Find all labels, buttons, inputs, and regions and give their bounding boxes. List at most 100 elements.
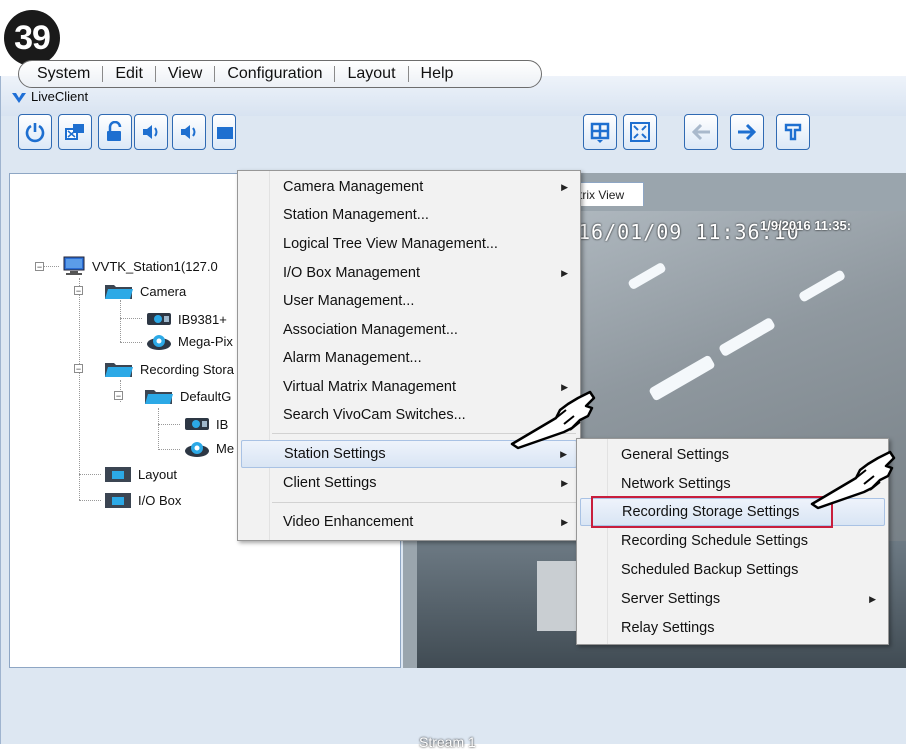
ceiling-light — [627, 261, 667, 291]
tree-default-group-label: DefaultG — [180, 388, 232, 404]
folder-button[interactable] — [212, 114, 236, 150]
menu-item-relay-settings[interactable]: Relay Settings — [577, 614, 888, 642]
layout-grid-icon — [590, 122, 610, 143]
menu-item-label: Scheduled Backup Settings — [621, 562, 799, 578]
tree-layout-label: Layout — [138, 466, 178, 482]
menu-item-association-management[interactable]: Association Management... — [238, 316, 580, 344]
tree-collapse-toggle[interactable]: − — [74, 364, 83, 374]
previous-button[interactable] — [684, 114, 718, 150]
submenu-arrow-icon: ▶ — [561, 181, 568, 192]
menu-item-label: Video Enhancement — [283, 514, 414, 530]
menu-layout[interactable]: Layout — [335, 66, 409, 82]
station-button[interactable] — [58, 114, 92, 150]
audio-button[interactable] — [134, 114, 168, 150]
menu-item-label: Station Management... — [283, 207, 429, 223]
window-title: LiveClient — [31, 89, 89, 104]
tree-recording-camera[interactable]: Me — [184, 438, 234, 458]
menu-item-label: Server Settings — [621, 591, 721, 607]
patrol-button[interactable] — [776, 114, 810, 150]
tree-recording-camera[interactable]: IB — [184, 414, 228, 434]
app-logo-icon — [12, 93, 26, 103]
menu-item-label: Recording Schedule Settings — [621, 533, 809, 549]
menu-item-user-management[interactable]: User Management... — [238, 287, 580, 315]
tree-collapse-toggle[interactable]: − — [35, 262, 44, 272]
layout-folder-icon — [105, 467, 131, 482]
menu-item-client-settings[interactable]: Client Settings ▶ — [238, 469, 580, 497]
menu-system[interactable]: System — [25, 66, 104, 82]
menu-item-label: Camera Management — [283, 179, 424, 195]
layout-grid-button[interactable] — [583, 114, 617, 150]
menu-item-label: Association Management... — [283, 322, 458, 338]
folder-icon — [217, 127, 233, 139]
tree-camera-item[interactable]: Mega-Pix — [146, 331, 233, 351]
submenu-arrow-icon: ▶ — [561, 267, 568, 278]
menu-item-label: I/O Box Management — [283, 265, 421, 281]
dome-camera-icon — [147, 335, 171, 350]
tree-rec-cam1-label: IB — [216, 416, 229, 432]
menu-item-label: Relay Settings — [621, 620, 715, 636]
power-button[interactable] — [18, 114, 52, 150]
tree-recording-label: Recording Stora — [140, 361, 234, 377]
tree-station-node[interactable]: VVTK_Station1(127.0 — [62, 256, 218, 276]
lock-button[interactable] — [98, 114, 132, 150]
dome-camera-icon — [185, 442, 209, 457]
tree-camera-folder[interactable]: Camera — [104, 281, 186, 301]
pointing-hand-icon — [810, 450, 896, 510]
box-camera-icon — [147, 313, 171, 325]
network-station-icon — [65, 124, 84, 140]
menu-item-label: Station Settings — [284, 446, 386, 462]
tree-default-group[interactable]: DefaultG — [144, 386, 231, 406]
step-number-badge: 39 — [4, 10, 60, 66]
menu-item-label: User Management... — [283, 293, 415, 309]
menu-item-io-box-management[interactable]: I/O Box Management ▶ — [238, 259, 580, 287]
submenu-arrow-icon: ▶ — [560, 448, 567, 459]
configuration-menu: Camera Management ▶ Station Management...… — [237, 170, 581, 541]
menu-item-alarm-management[interactable]: Alarm Management... — [238, 344, 580, 372]
speaker-button[interactable] — [172, 114, 206, 150]
highlight-box — [591, 496, 833, 528]
patrol-icon — [784, 123, 802, 141]
tab-matrix-view-label: trix View — [579, 187, 625, 202]
menu-configuration[interactable]: Configuration — [215, 66, 336, 82]
menu-item-recording-schedule-settings[interactable]: Recording Schedule Settings — [577, 527, 888, 555]
menu-item-camera-management[interactable]: Camera Management ▶ — [238, 173, 580, 201]
tree-station-label: VVTK_Station1(127.0 — [92, 258, 218, 274]
camera-folder-icon — [105, 285, 133, 299]
menu-item-station-management[interactable]: Station Management... — [238, 201, 580, 229]
speaker-icon — [143, 125, 158, 139]
tree-iobox-label: I/O Box — [138, 492, 182, 508]
menu-bar: System Edit View Configuration Layout He… — [18, 60, 542, 88]
menu-item-logical-tree-view[interactable]: Logical Tree View Management... — [238, 230, 580, 258]
tree-camera-item[interactable]: IB9381+ — [146, 309, 227, 329]
submenu-arrow-icon: ▶ — [561, 477, 568, 488]
menu-item-video-enhancement[interactable]: Video Enhancement ▶ — [238, 508, 580, 536]
tree-iobox-node[interactable]: I/O Box — [104, 490, 181, 510]
menu-view[interactable]: View — [156, 66, 216, 82]
arrow-left-icon — [691, 123, 710, 141]
pointing-hand-icon — [510, 390, 596, 450]
fullscreen-icon — [630, 122, 650, 142]
recording-folder-icon — [105, 363, 133, 377]
next-button[interactable] — [730, 114, 764, 150]
menu-item-server-settings[interactable]: Server Settings ▶ — [577, 585, 888, 613]
menu-item-scheduled-backup-settings[interactable]: Scheduled Backup Settings — [577, 556, 888, 584]
menu-help[interactable]: Help — [409, 66, 466, 82]
ceiling-light — [797, 269, 847, 303]
tree-layout-node[interactable]: Layout — [104, 464, 177, 484]
menu-item-label: Alarm Management... — [283, 350, 422, 366]
io-box-icon — [105, 493, 131, 508]
tree-collapse-toggle[interactable]: − — [74, 286, 83, 296]
ceiling-light — [718, 316, 776, 358]
group-folder-icon — [145, 390, 173, 404]
menu-item-label: General Settings — [621, 447, 730, 463]
fullscreen-button[interactable] — [623, 114, 657, 150]
tree-rec-cam2-label: Me — [216, 440, 235, 456]
stream-label: Stream 1 — [419, 734, 476, 750]
tree-camera2-label: Mega-Pix — [178, 333, 233, 349]
tree-collapse-toggle[interactable]: − — [114, 391, 123, 401]
menu-item-label: Network Settings — [621, 476, 731, 492]
submenu-arrow-icon: ▶ — [869, 593, 876, 604]
menu-edit[interactable]: Edit — [103, 66, 156, 82]
menu-item-label: Virtual Matrix Management — [283, 379, 457, 395]
tree-recording-folder[interactable]: Recording Stora — [104, 359, 234, 379]
